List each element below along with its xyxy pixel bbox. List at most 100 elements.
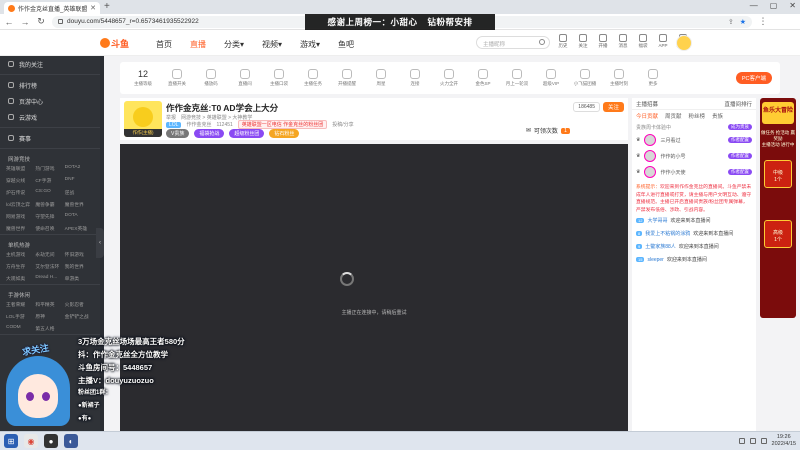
minimize-icon[interactable]: — (750, 1, 758, 10)
sidebar-category-link[interactable]: 逆战 (65, 189, 94, 196)
sidebar-category-link[interactable]: DOTA (65, 213, 94, 220)
windows-start-icon[interactable]: ⊞ (4, 434, 18, 448)
douyu-logo[interactable]: 斗鱼 (100, 36, 132, 50)
tab-noble[interactable]: 贵族 (712, 112, 723, 120)
chrome-icon[interactable]: ◉ (24, 434, 38, 448)
sidebar-category-link[interactable]: 火影忍者 (65, 301, 94, 308)
sidebar-category-link[interactable]: 方舟生存 (6, 263, 35, 270)
sidebar-category-link[interactable]: 我的世界 (65, 263, 94, 270)
toolbar-item[interactable]: 主播口袋 (264, 69, 294, 87)
badge-diamond[interactable]: 钻石粉丝 (269, 129, 300, 138)
chat-username[interactable]: 我爱上不粘锅的涂鸦 (645, 230, 690, 237)
rank-row[interactable]: ♛ 作作小天使 作者配置 (632, 164, 756, 180)
sidebar-section-title[interactable]: 网游竞技 (0, 151, 100, 165)
nav-category[interactable]: 分类▾ (224, 39, 244, 50)
sidebar-category-link[interactable]: DOTA2 (65, 165, 94, 172)
sidebar-category-link[interactable]: 大观如奥 (6, 275, 35, 282)
sidebar-category-link[interactable]: DNF (65, 177, 94, 184)
sidebar-category-link[interactable]: 英雄联盟 (6, 165, 35, 172)
tray-ime-icon[interactable] (760, 438, 767, 444)
video-player[interactable]: 主播正在连接中，请稍后重试 (120, 144, 628, 431)
tab-fans[interactable]: 粉丝榜 (689, 112, 706, 120)
sidebar-category-link[interactable]: 魔兽争霸 (35, 201, 64, 208)
header-follow-button[interactable]: 关注 (576, 34, 590, 49)
become-noble-button[interactable]: 成为贵族 (728, 124, 752, 130)
toolbar-item[interactable]: 主播时刻 (604, 69, 634, 87)
tray-volume-icon[interactable] (749, 438, 756, 444)
lock-icon[interactable] (58, 19, 63, 24)
toolbar-item[interactable]: 直播间 (230, 69, 260, 87)
promo-banner[interactable]: 鱼乐大冒险 做任务 抢活动 赢奖励 主播活动 进行中 中级 1个 高级 1个 (760, 98, 796, 318)
sidebar-category-link[interactable]: APEX英雄 (65, 225, 94, 232)
header-history-button[interactable]: 历史 (556, 34, 570, 49)
user-avatar[interactable] (676, 35, 692, 51)
forward-arrow-icon[interactable]: → (20, 17, 30, 27)
sidebar-category-link[interactable]: CF手游 (35, 177, 64, 184)
sidebar-category-link[interactable]: 热门游戏 (35, 165, 64, 172)
anchor-name[interactable]: 作作金克丝 (186, 121, 211, 128)
sidebar-category-link[interactable]: 使命召唤 (35, 225, 64, 232)
header-broadcast-button[interactable]: 开播 (596, 34, 610, 49)
sidebar-category-link[interactable]: lol云顶之弈 (6, 201, 35, 208)
maximize-icon[interactable]: ▢ (770, 1, 778, 10)
search-icon[interactable] (539, 39, 545, 45)
sidebar-item[interactable]: 页游中心 (0, 93, 100, 109)
nav-live[interactable]: 直播 (190, 39, 206, 50)
close-tab-icon[interactable]: ✕ (90, 4, 96, 12)
search-input[interactable]: 主播昵称 (476, 36, 550, 49)
toolbar-item[interactable]: 连接 (400, 69, 430, 87)
back-arrow-icon[interactable]: ← (4, 17, 14, 27)
promo-box-high[interactable]: 高级 1个 (764, 220, 792, 248)
toolbar-item[interactable]: 火力全开 (434, 69, 464, 87)
toolbar-item[interactable]: 金色SP (468, 69, 498, 87)
header-message-button[interactable]: 消息 (616, 34, 630, 49)
sidebar-category-link[interactable]: 第五人格 (35, 325, 64, 332)
obs-icon[interactable]: ● (44, 434, 58, 448)
sidebar-category-link[interactable]: 王者荣耀 (6, 301, 35, 308)
rank-config-button[interactable]: 作者配置 (728, 169, 752, 175)
sidebar-category-link[interactable]: CODM (6, 325, 35, 332)
nav-fishbar[interactable]: 鱼吧 (338, 39, 354, 50)
promo-box-mid[interactable]: 中级 1个 (764, 160, 792, 188)
chat-username[interactable]: sleeper (647, 257, 663, 263)
sidebar-category-link[interactable]: 原神 (35, 313, 64, 320)
sidebar-category-link[interactable]: 魔兽世界 (6, 225, 35, 232)
rank-row[interactable]: ♛ 作作的小号 作者配置 (632, 148, 756, 164)
badge-fanclub[interactable]: 超级粉丝团 (229, 129, 265, 138)
sidebar-category-link[interactable]: 魔兽世界 (65, 201, 94, 208)
toolbar-item[interactable]: 更多 (638, 69, 668, 87)
toolbar-item[interactable]: 月上一轮双 (502, 69, 532, 87)
clock[interactable]: 19:26 2022/4/15 (772, 434, 796, 448)
app-icon[interactable]: ◐ (64, 434, 78, 448)
anchor-avatar[interactable]: 作作(主播) (124, 101, 162, 137)
extensions-icon[interactable]: ⋮ (758, 16, 768, 27)
toolbar-item[interactable]: 主播任务 (298, 69, 328, 87)
sidebar-category-link[interactable]: 守望先锋 (35, 213, 64, 220)
follow-button[interactable]: 关注 (602, 102, 624, 112)
nav-video[interactable]: 视频▾ (262, 39, 282, 50)
sidebar-category-link[interactable]: 金铲铲之战 (65, 313, 94, 320)
toolbar-item[interactable]: 直播开关 (162, 69, 192, 87)
toolbar-item[interactable]: 播放码 (196, 69, 226, 87)
fan-tag[interactable]: 英雄联盟一区电信 作金克丝的粉丝团 (237, 120, 328, 129)
nav-home[interactable]: 首页 (156, 39, 172, 50)
sidebar-section-title[interactable]: 单机热游 (0, 237, 100, 251)
sidebar-category-link[interactable]: CS:GO (35, 189, 64, 196)
sidebar-section-title[interactable]: 手游休闲 (0, 287, 100, 301)
sidebar-item[interactable]: 我的关注 (0, 56, 100, 72)
sidebar-item[interactable]: 排行榜 (0, 77, 100, 93)
toolbar-item[interactable]: 小飞猫团播 (570, 69, 600, 87)
recruit-link[interactable]: 主播招募 (636, 100, 658, 108)
chevron-left-icon[interactable]: ‹ (96, 228, 104, 258)
sidebar-category-link[interactable]: 网易游戏 (6, 213, 35, 220)
sidebar-category-link[interactable]: 主机游戏 (6, 251, 35, 258)
sidebar-category-link[interactable]: LOL手游 (6, 313, 35, 320)
room-rank-link[interactable]: 直播间排行 (724, 100, 752, 108)
share-icon[interactable]: ⇪ (728, 18, 734, 26)
pc-client-button[interactable]: PC客户端 (735, 72, 772, 84)
rank-row[interactable]: ♛ 三月看过 作者配置 (632, 132, 756, 148)
sidebar-category-link[interactable]: 穿越火线 (6, 177, 35, 184)
tray-network-icon[interactable] (738, 438, 745, 444)
badge-lucky[interactable]: 福袋抢战 (194, 129, 225, 138)
sidebar-category-link[interactable]: 艾尔登法环 (35, 263, 64, 270)
